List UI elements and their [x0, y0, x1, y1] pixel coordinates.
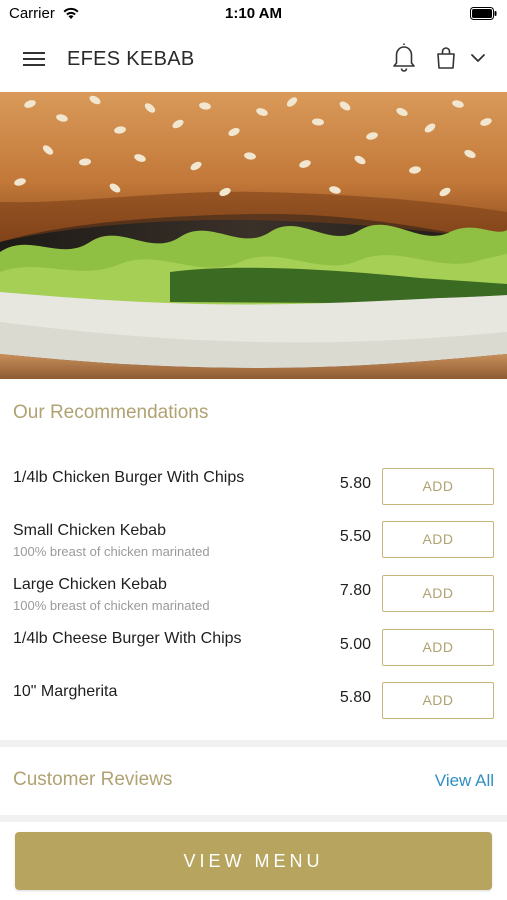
list-item: Large Chicken Kebab 100% breast of chick… — [0, 562, 507, 616]
battery-icon — [470, 7, 497, 20]
item-price: 7.80 — [339, 582, 371, 599]
chevron-down-icon[interactable] — [470, 52, 486, 64]
item-description: 100% breast of chicken marinated — [13, 598, 210, 613]
view-all-reviews-link[interactable]: View All — [435, 771, 494, 791]
clock: 1:10 AM — [225, 5, 282, 22]
app-title: EFES KEBAB — [67, 48, 195, 70]
item-name: Large Chicken Kebab — [13, 576, 167, 593]
bell-icon[interactable] — [391, 42, 417, 72]
status-bar: Carrier 1:10 AM — [0, 0, 507, 28]
item-name: 10" Margherita — [13, 683, 118, 700]
shopping-bag-icon[interactable] — [434, 46, 458, 70]
recommendations-heading: Our Recommendations — [13, 402, 209, 423]
add-button[interactable]: ADD — [382, 629, 494, 666]
list-item: 1/4lb Chicken Burger With Chips 5.80 ADD — [0, 455, 507, 509]
view-menu-button[interactable]: VIEW MENU — [15, 832, 492, 890]
item-name: 1/4lb Chicken Burger With Chips — [13, 469, 245, 486]
app-header: EFES KEBAB — [0, 28, 507, 92]
hamburger-menu-icon[interactable] — [22, 50, 46, 68]
item-description: 100% breast of chicken marinated — [13, 544, 210, 559]
hero-image — [0, 92, 507, 379]
item-price: 5.80 — [339, 689, 371, 706]
bottom-cta-bar: VIEW MENU — [0, 822, 507, 900]
item-price: 5.80 — [339, 475, 371, 492]
add-button[interactable]: ADD — [382, 682, 494, 719]
item-price: 5.00 — [339, 636, 371, 653]
section-divider — [0, 740, 507, 747]
item-name: Small Chicken Kebab — [13, 522, 166, 539]
add-button[interactable]: ADD — [382, 521, 494, 558]
burger-illustration — [0, 92, 507, 379]
section-divider — [0, 815, 507, 822]
add-button[interactable]: ADD — [382, 468, 494, 505]
add-button[interactable]: ADD — [382, 575, 494, 612]
list-item: 1/4lb Cheese Burger With Chips 5.00 ADD — [0, 616, 507, 670]
list-item: 10" Margherita 5.80 ADD — [0, 669, 507, 723]
list-item: Small Chicken Kebab 100% breast of chick… — [0, 508, 507, 562]
reviews-heading: Customer Reviews — [13, 769, 173, 790]
item-name: 1/4lb Cheese Burger With Chips — [13, 630, 242, 647]
item-price: 5.50 — [339, 528, 371, 545]
